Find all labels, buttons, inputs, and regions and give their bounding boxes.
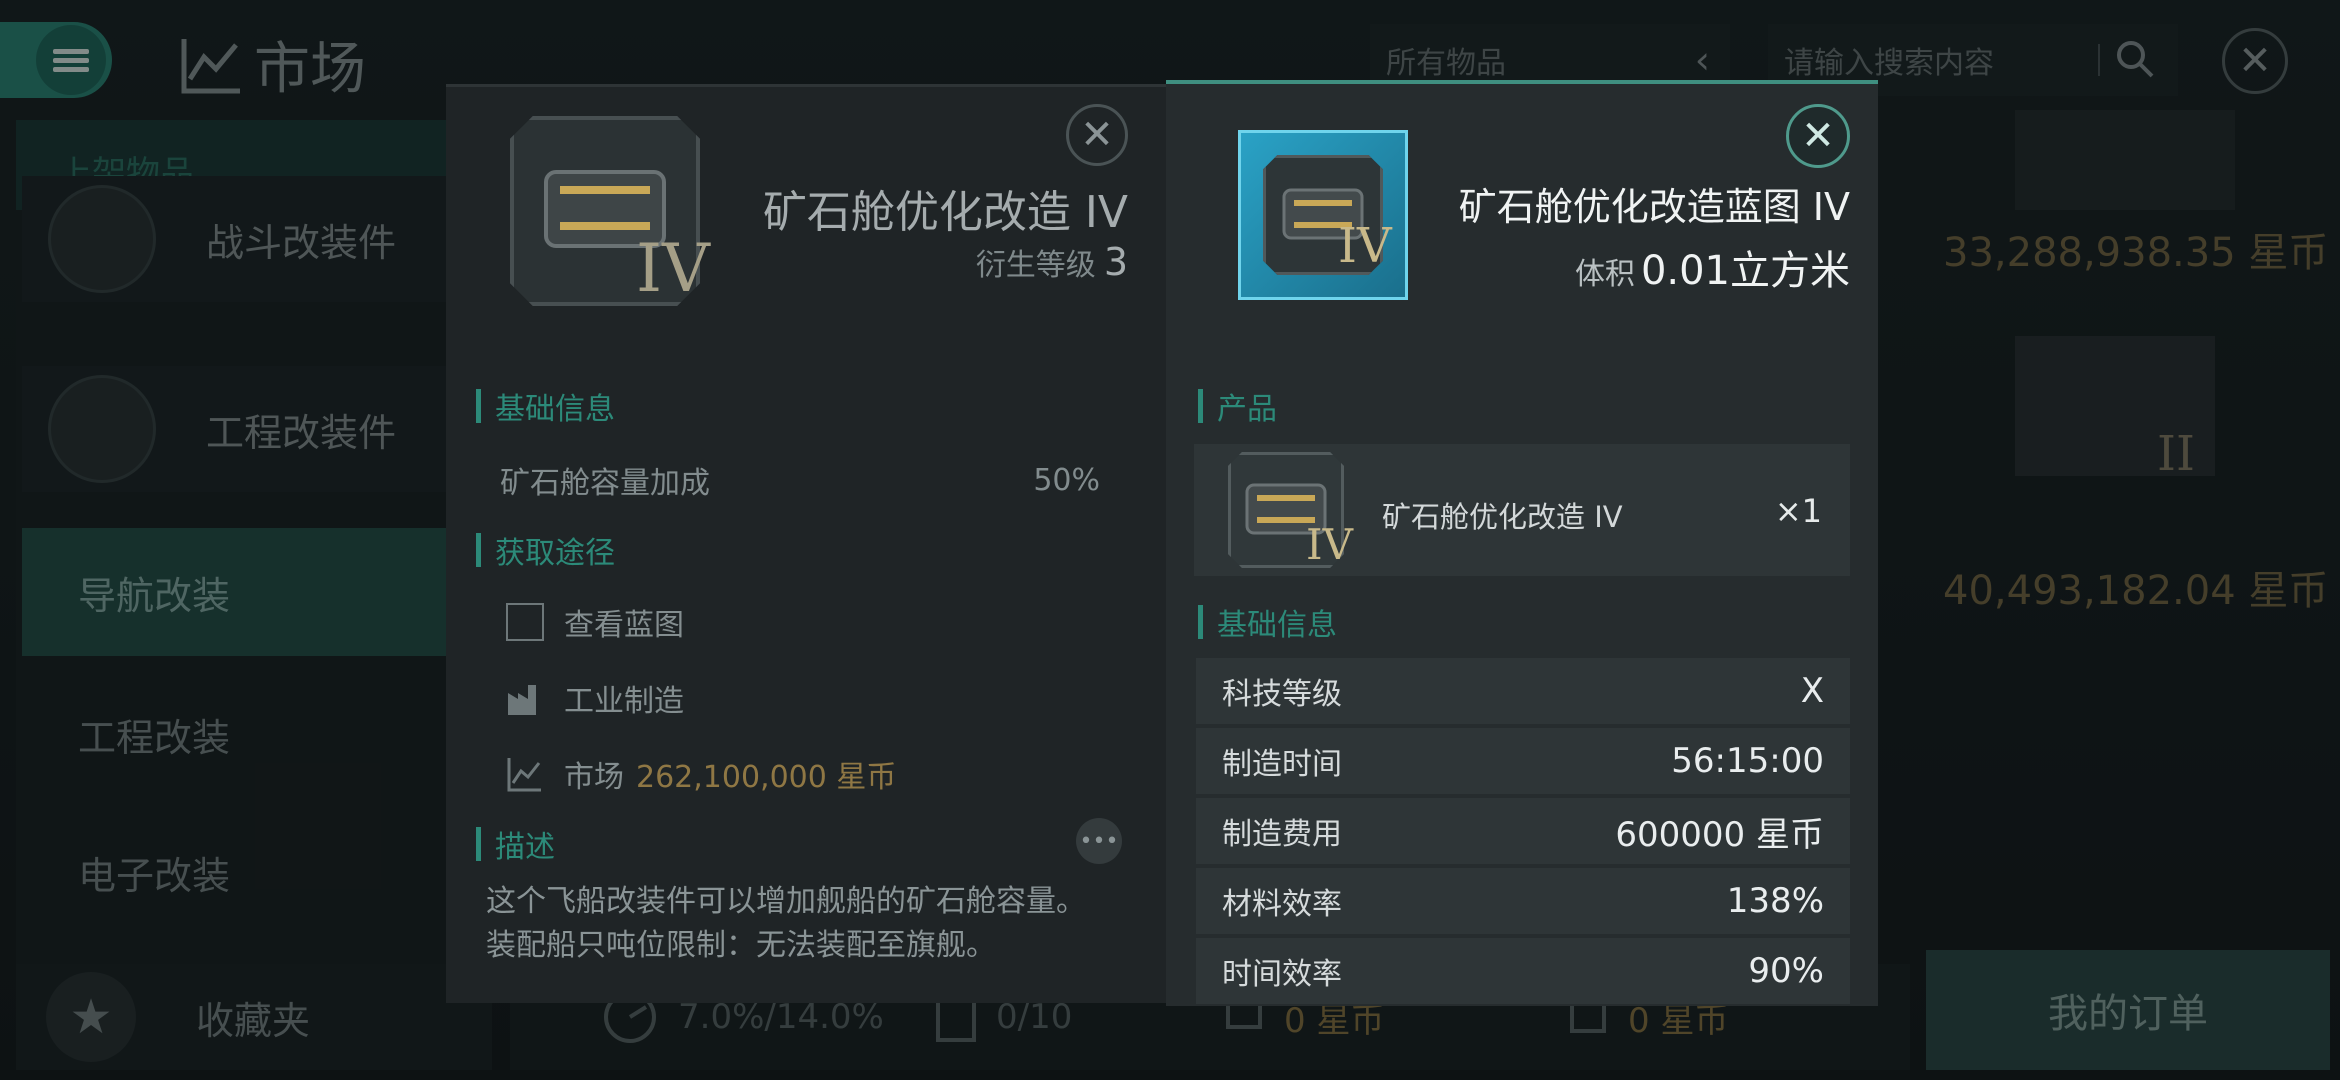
product-tier-badge: IV [1306,520,1353,569]
market-link[interactable]: 市场 262,100,000 星币 [506,752,896,796]
product-quantity: ×1 [1774,492,1822,530]
section-title: 获取途径 [495,536,615,571]
row-label: 材料效率 [1222,887,1342,922]
more-options-button[interactable]: ••• [1076,818,1122,864]
item-description: 这个飞船改装件可以增加舰船的矿石舱容量。 装配船只吨位限制：无法装配至旗舰。 [486,880,1146,968]
volume-value: 0.01立方米 [1640,248,1850,294]
derive-level-value: 3 [1103,240,1128,284]
section-title: 产品 [1217,392,1277,427]
row-value: 138% [1726,881,1824,921]
ellipsis-icon: ••• [1079,828,1119,854]
section-title: 描述 [495,830,555,865]
link-label: 市场 [564,760,624,795]
basic-info-header: 基础信息 [476,384,615,428]
row-value: 600000 星币 [1615,814,1824,855]
view-blueprint-link[interactable]: 查看蓝图 [506,600,684,644]
build-cost-row: 制造费用 600000 星币 [1196,798,1850,864]
blueprint-icon [1238,130,1408,300]
volume-label: 体积 [1574,257,1635,292]
market-price: 262,100,000 星币 [636,760,897,795]
row-value: 56:15:00 [1671,741,1824,781]
product-header: 产品 [1198,384,1277,428]
stat-row: 矿石舱容量加成 50% [500,458,1100,502]
chart-icon [507,758,541,792]
product-name: 矿石舱优化改造 IV [1382,500,1623,534]
stat-label: 矿石舱容量加成 [500,466,710,501]
close-icon: ✕ [1080,112,1114,158]
derive-level-label: 衍生等级 [975,248,1096,283]
derive-level: 衍生等级 3 [700,240,1128,284]
blueprint-basic-info-header: 基础信息 [1198,600,1337,644]
close-item-detail-button[interactable]: ✕ [1066,104,1128,166]
factory-icon [508,685,536,715]
stat-value: 50% [1033,462,1100,498]
section-title: 基础信息 [1217,608,1337,643]
row-label: 制造费用 [1222,817,1342,852]
description-line: 这个飞船改装件可以增加舰船的矿石舱容量。 [486,884,1086,919]
row-value: X [1800,671,1824,711]
row-label: 制造时间 [1222,747,1342,782]
link-label: 查看蓝图 [564,608,684,643]
material-efficiency-row: 材料效率 138% [1196,868,1850,934]
close-icon: ✕ [1801,113,1835,159]
close-blueprint-button[interactable]: ✕ [1786,104,1850,168]
link-label: 工业制造 [564,684,684,719]
blueprint-icon [506,603,544,641]
row-label: 科技等级 [1222,677,1342,712]
item-title: 矿石舱优化改造 IV [762,187,1128,238]
tech-level-row: 科技等级 X [1196,658,1850,724]
description-header: 描述 [476,822,555,866]
item-tier-badge: IV [636,230,710,307]
acquire-header: 获取途径 [476,528,615,572]
section-title: 基础信息 [495,392,615,427]
build-time-row: 制造时间 56:15:00 [1196,728,1850,794]
industry-link[interactable]: 工业制造 [506,676,684,720]
row-value: 90% [1748,951,1824,991]
description-line: 装配船只吨位限制：无法装配至旗舰。 [486,928,996,963]
blueprint-volume: 体积 0.01立方米 [1420,238,1850,296]
blueprint-tier-badge: IV [1338,218,1392,274]
row-label: 时间效率 [1222,957,1342,992]
time-efficiency-row: 时间效率 90% [1196,938,1850,1004]
blueprint-title: 矿石舱优化改造蓝图 IV [1458,185,1850,229]
